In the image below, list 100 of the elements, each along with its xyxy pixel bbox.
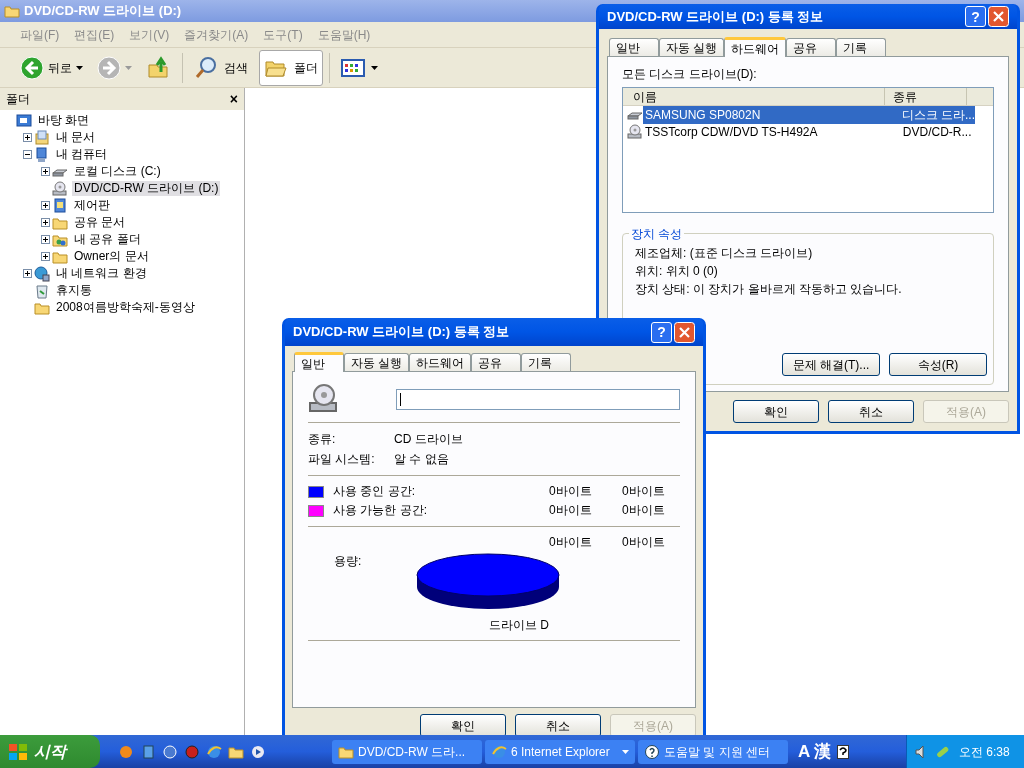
tree-item[interactable]: 내 네트워크 환경: [54, 266, 149, 281]
tree-item[interactable]: 내 공유 폴더: [72, 232, 143, 247]
tab[interactable]: 기록: [521, 353, 572, 371]
expand-icon[interactable]: [40, 167, 50, 176]
taskbar-button[interactable]: DVD/CD-RW 드라...: [332, 739, 482, 764]
close-icon[interactable]: [988, 6, 1009, 27]
drive-label: 드라이브 D: [488, 617, 550, 634]
tab[interactable]: 일반: [609, 38, 659, 56]
tab[interactable]: 자동 실행: [344, 353, 410, 371]
help-icon: [644, 743, 660, 760]
byte-value: 0바이트: [549, 502, 593, 519]
expand-icon[interactable]: [40, 252, 50, 261]
window-title: DVD/CD-RW 드라이브 (D:) 등록 정보: [293, 323, 511, 342]
browser-icon: [206, 743, 222, 760]
dialog-button[interactable]: 문제 해결(T)...: [782, 353, 880, 376]
tab[interactable]: 공유: [471, 353, 522, 371]
start-button[interactable]: 시작: [0, 735, 100, 768]
size-value: 0바이트: [622, 502, 665, 519]
close-icon[interactable]: [674, 321, 695, 343]
dialog-button[interactable]: 취소: [515, 714, 601, 737]
tree-item[interactable]: 내 컴퓨터: [54, 147, 110, 162]
tree-item[interactable]: 휴지통: [54, 283, 94, 298]
desktop-icon: [16, 112, 32, 129]
ball-icon: [118, 743, 134, 760]
list-row[interactable]: TSSTcorp CDW/DVD TS-H492A DVD/CD-R...: [623, 123, 975, 140]
clock: 오전 6:38: [959, 743, 1010, 761]
field-label: 종류:: [308, 431, 337, 448]
field-value: CD 드라이브: [394, 431, 463, 448]
caret-icon[interactable]: [76, 65, 83, 70]
name-field[interactable]: [396, 388, 680, 410]
window-title: DVD/CD-RW 드라이브 (D:): [24, 2, 182, 21]
search-icon: [194, 55, 218, 80]
tree-item[interactable]: 공유 문서: [72, 215, 128, 230]
quick-launch-button[interactable]: [206, 743, 222, 760]
quick-launch-button[interactable]: [118, 743, 134, 760]
column-header[interactable]: 종류: [885, 88, 967, 105]
expand-icon[interactable]: [40, 235, 50, 244]
tree-item[interactable]: DVD/CD-RW 드라이브 (D:): [72, 181, 221, 196]
expand-icon[interactable]: [22, 133, 32, 142]
dialog-button[interactable]: 속성(R): [889, 353, 987, 376]
expand-icon[interactable]: [40, 218, 50, 227]
tab[interactable]: 하드웨어: [724, 37, 787, 57]
table-cell-text: DVD/CD-R...: [901, 123, 973, 141]
tab[interactable]: 기록: [836, 38, 887, 56]
folder-icon: [4, 3, 20, 19]
tree-item[interactable]: 내 문서: [54, 130, 98, 145]
help-icon[interactable]: [837, 744, 850, 759]
expand-icon[interactable]: [40, 201, 50, 210]
tab[interactable]: 자동 실행: [659, 38, 725, 56]
dialog-button[interactable]: 취소: [828, 400, 914, 423]
caret-icon[interactable]: [371, 65, 378, 70]
tree-item[interactable]: 로컬 디스크 (C:): [72, 164, 163, 179]
quick-launch-button[interactable]: [184, 743, 200, 760]
tab[interactable]: 일반: [294, 352, 344, 372]
pane-title: 폴더: [6, 91, 30, 108]
dialog-button[interactable]: 확인: [420, 714, 506, 737]
tree-item[interactable]: 2008여름방학숙제-동영상: [54, 300, 197, 315]
field-value: 알 수 없음: [394, 451, 449, 468]
collapse-icon[interactable]: [22, 150, 32, 159]
property-text: 제조업체: (표준 디스크 드라이브): [635, 245, 814, 262]
byte-value: 0바이트: [549, 483, 593, 500]
property-text: 위치: 위치 0 (0): [635, 263, 719, 280]
tab[interactable]: 하드웨어: [409, 353, 472, 371]
globe-icon: [162, 743, 178, 760]
computer-icon: [34, 146, 50, 163]
byte-value: 0바이트: [549, 534, 593, 551]
views-icon: [341, 57, 365, 78]
tree-item[interactable]: Owner의 문서: [72, 249, 151, 264]
quick-launch-button[interactable]: [140, 743, 156, 760]
taskbar-button[interactable]: 6 Internet Explorer: [485, 739, 635, 764]
tree-item[interactable]: 바탕 화면: [36, 113, 92, 128]
quick-launch-button[interactable]: [250, 743, 266, 760]
back-button[interactable]: 뒤로: [16, 50, 87, 85]
folders-button[interactable]: 폴더: [259, 49, 323, 86]
size-value: 0바이트: [622, 534, 665, 551]
cd-drive-icon: [308, 383, 340, 415]
cd-drive-icon: [627, 123, 643, 140]
expand-icon[interactable]: [22, 269, 32, 278]
search-button[interactable]: 검색: [189, 49, 253, 86]
taskbar-button[interactable]: 도움말 및 지원 센터: [638, 739, 788, 764]
list-row[interactable]: SAMSUNG SP0802N 디스크 드라...: [623, 106, 975, 123]
help-button[interactable]: ?: [651, 321, 672, 343]
disc-icon: [184, 743, 200, 760]
window-title: DVD/CD-RW 드라이브 (D:) 등록 정보: [607, 7, 825, 26]
tab[interactable]: 공유: [786, 38, 837, 56]
table-cell-text: TSSTcorp CDW/DVD TS-H492A: [644, 123, 819, 141]
capacity-label: 용량:: [334, 553, 363, 570]
column-header[interactable]: 이름: [623, 88, 885, 105]
windows-logo: [8, 742, 28, 761]
dialog-button[interactable]: 확인: [733, 400, 819, 423]
close-button[interactable]: ×: [229, 92, 238, 106]
space-label: 사용 가능한 공간:: [333, 502, 428, 519]
quick-launch-button[interactable]: [162, 743, 178, 760]
help-button[interactable]: ?: [965, 6, 986, 27]
property-text: 장치 상태: 이 장치가 올바르게 작동하고 있습니다.: [635, 281, 903, 298]
control-panel-icon: [52, 197, 68, 214]
network-icon: [34, 265, 50, 282]
language-bar[interactable]: A 漢: [798, 738, 832, 765]
recycle-bin-icon: [34, 282, 50, 299]
tree-item[interactable]: 제어판: [72, 198, 112, 213]
